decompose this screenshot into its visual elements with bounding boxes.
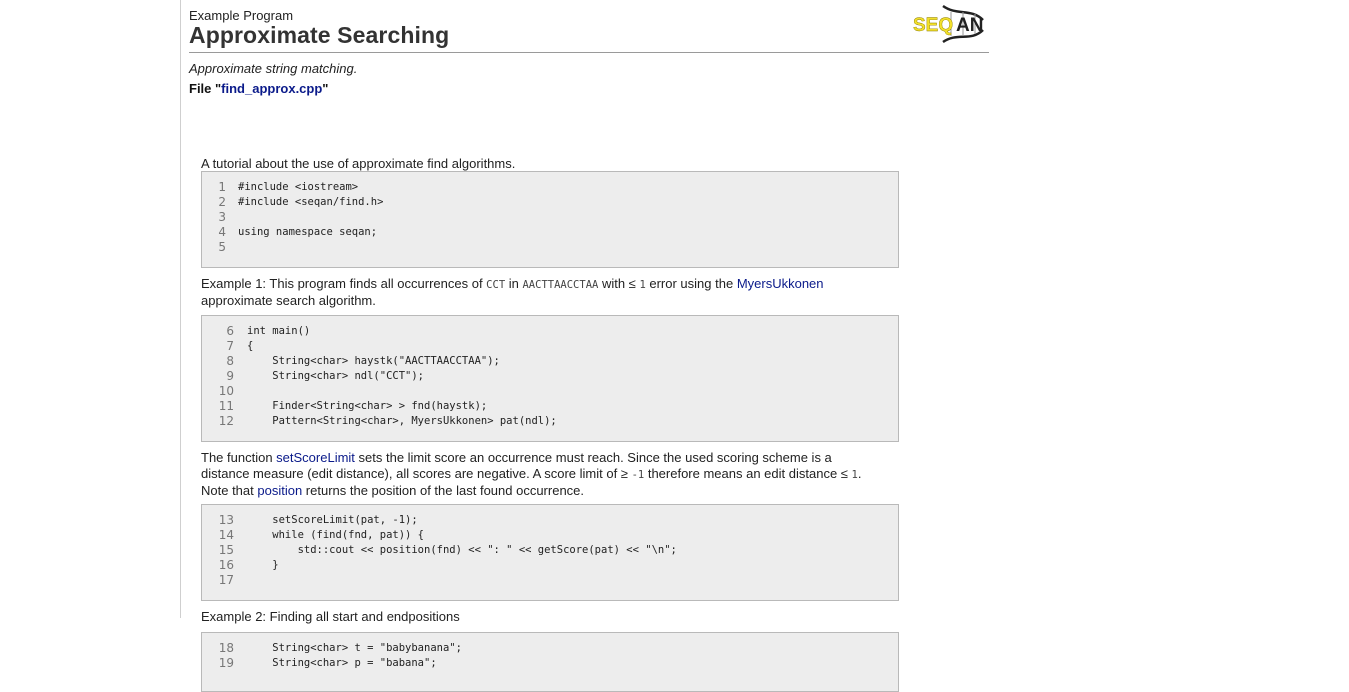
code-text: String<char> p = "babana"; bbox=[247, 657, 437, 669]
code-text: } bbox=[247, 559, 279, 571]
line-number: 15 bbox=[218, 543, 234, 557]
inline-code: -1 bbox=[631, 469, 645, 481]
example1-text: Example 1: This program finds all occurr… bbox=[201, 276, 824, 308]
inline-code: AACTTAACCTAA bbox=[522, 279, 599, 291]
myersukkonen-link[interactable]: MyersUkkonen bbox=[737, 276, 824, 291]
example2-text: Example 2: Finding all start and endposi… bbox=[201, 609, 460, 624]
line-number: 3 bbox=[218, 210, 226, 224]
line-number: 13 bbox=[218, 513, 234, 527]
code-line: 17 bbox=[202, 573, 898, 588]
line-number: 19 bbox=[218, 656, 234, 670]
file-heading: File "find_approx.cpp" bbox=[189, 81, 328, 96]
line-number: 7 bbox=[226, 339, 234, 353]
line-number: 16 bbox=[218, 558, 234, 572]
code-text: while (find(fnd, pat)) { bbox=[247, 529, 425, 541]
code-line: 19 String<char> p = "babana"; bbox=[202, 656, 898, 671]
code-line: 18 String<char> t = "babybanana"; bbox=[202, 641, 898, 656]
line-number: 18 bbox=[218, 641, 234, 655]
code-line: 14 while (find(fnd, pat)) { bbox=[202, 528, 898, 543]
page-kicker: Example Program bbox=[189, 8, 294, 23]
line-number: 10 bbox=[218, 384, 234, 398]
code-line: 7{ bbox=[202, 339, 898, 354]
file-link[interactable]: find_approx.cpp bbox=[221, 81, 322, 96]
left-border bbox=[180, 0, 181, 618]
score-paragraph: The function setScoreLimit sets the limi… bbox=[201, 450, 862, 498]
line-number: 2 bbox=[218, 195, 226, 209]
line-number: 4 bbox=[218, 225, 226, 239]
code-block-1: 1 #include <iostream> 2 #include <seqan/fin… bbox=[201, 171, 899, 268]
setscorelimit-link[interactable]: setScoreLimit bbox=[276, 450, 355, 465]
seqan-logo[interactable]: SEQ AN bbox=[913, 2, 987, 46]
code-text: std::cout << position(fnd) << ": " << ge… bbox=[247, 544, 677, 556]
code-block-4: 18 String<char> t = "babybanana"; 19 Stri… bbox=[201, 632, 899, 692]
position-link[interactable]: position bbox=[257, 483, 302, 498]
code-text: using namespace seqan; bbox=[238, 226, 378, 238]
line-number: 11 bbox=[218, 399, 234, 413]
file-prefix: File " bbox=[189, 81, 222, 96]
code-text: String<char> haystk("AACTTAACCTAA"); bbox=[247, 355, 500, 367]
file-suffix: " bbox=[322, 81, 329, 96]
code-line: 6 int main() bbox=[202, 324, 898, 339]
logo-wordmark: SEQ bbox=[913, 15, 953, 36]
code-text: #include <iostream> bbox=[238, 181, 359, 193]
line-number: 6 bbox=[226, 324, 234, 338]
intro-text: A tutorial about the use of approximate … bbox=[201, 156, 516, 171]
code-line: 11 Finder<String<char> > fnd(haystk); bbox=[202, 399, 898, 414]
line-number: 5 bbox=[218, 240, 226, 254]
line-number: 1 bbox=[218, 180, 226, 194]
line-number: 8 bbox=[226, 354, 234, 368]
page-summary: Approximate string matching. bbox=[189, 61, 358, 76]
code-line: 3 bbox=[202, 210, 898, 225]
code-block-2: 6 int main() 7{8 String<char> haystk("AACT… bbox=[201, 315, 899, 442]
code-line: 1 #include <iostream> bbox=[202, 180, 898, 195]
code-text: String<char> t = "babybanana"; bbox=[247, 642, 462, 654]
code-line: 5 bbox=[202, 240, 898, 255]
code-text: Pattern<String<char>, MyersUkkonen> pat(… bbox=[247, 415, 557, 427]
code-text: #include <seqan/find.h> bbox=[238, 196, 384, 208]
code-line: 12 Pattern<String<char>, MyersUkkonen> p… bbox=[202, 414, 898, 429]
code-text: String<char> ndl("CCT"); bbox=[247, 370, 425, 382]
line-number: 9 bbox=[226, 369, 234, 383]
code-text: Finder<String<char> > fnd(haystk); bbox=[247, 400, 488, 412]
page-title: Approximate Searching bbox=[189, 22, 450, 48]
line-number: 17 bbox=[218, 573, 234, 587]
code-line: 4 using namespace seqan; bbox=[202, 225, 898, 240]
code-line: 15 std::cout << position(fnd) << ": " <<… bbox=[202, 543, 898, 558]
code-line: 10 bbox=[202, 384, 898, 399]
code-line: 16 } bbox=[202, 558, 898, 573]
code-block-3: 13 setScoreLimit(pat, -1); 14 while (find… bbox=[201, 504, 899, 601]
code-text: { bbox=[247, 340, 254, 352]
code-line: 2 #include <seqan/find.h> bbox=[202, 195, 898, 210]
code-line: 8 String<char> haystk("AACTTAACCTAA"); bbox=[202, 354, 898, 369]
code-text: setScoreLimit(pat, -1); bbox=[247, 514, 418, 526]
logo-wordmark-end: AN bbox=[956, 15, 983, 36]
code-line: 13 setScoreLimit(pat, -1); bbox=[202, 513, 898, 528]
line-number: 12 bbox=[218, 414, 234, 428]
code-text: int main() bbox=[247, 325, 311, 337]
inline-code: CCT bbox=[486, 279, 506, 291]
line-number: 14 bbox=[218, 528, 234, 542]
code-line: 9 String<char> ndl("CCT"); bbox=[202, 369, 898, 384]
page: Example Program Approximate Searching SE… bbox=[189, 0, 989, 692]
page-header: Example Program Approximate Searching SE… bbox=[189, 0, 989, 53]
